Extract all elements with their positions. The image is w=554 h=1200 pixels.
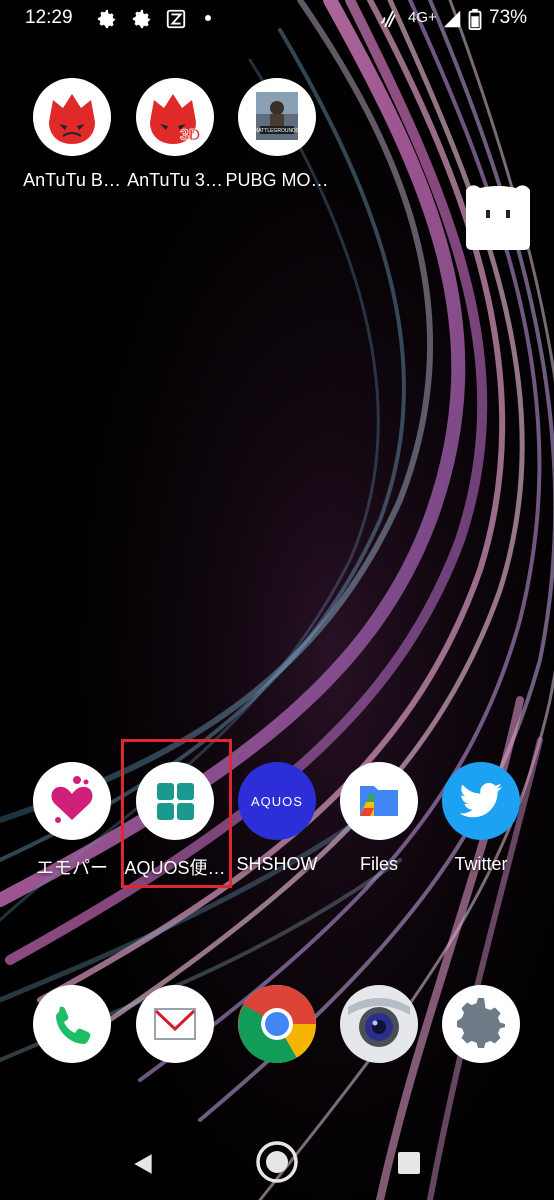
twitter-bird-icon xyxy=(442,762,520,840)
aquos-logo-text: AQUOS xyxy=(251,794,303,809)
app-label: AnTuTu B… xyxy=(23,170,121,190)
app-label: AnTuTu 3… xyxy=(127,170,223,190)
recents-icon[interactable] xyxy=(397,1151,421,1175)
status-bar: 12:29 4G+ 73% xyxy=(0,0,554,38)
nfc-icon xyxy=(380,10,396,28)
settings-icon xyxy=(97,9,116,29)
svg-text:3D: 3D xyxy=(180,127,200,144)
app-label: SHSHOW xyxy=(236,854,318,874)
status-time: 12:29 xyxy=(25,7,73,28)
pubg-icon: BATTLEGROUNDS xyxy=(238,78,316,156)
mail-icon xyxy=(136,985,214,1063)
chrome-icon xyxy=(238,985,316,1063)
notification-dot xyxy=(205,15,211,21)
emopa-heart-icon xyxy=(33,762,111,840)
network-type: 4G+ xyxy=(408,9,437,26)
app-label: エモパー xyxy=(36,858,108,878)
navigation-bar xyxy=(0,1125,554,1200)
camera-icon xyxy=(340,985,418,1063)
files-icon xyxy=(340,762,418,840)
battery-percent: 73% xyxy=(489,7,528,28)
home-icon[interactable] xyxy=(255,1140,299,1184)
app-label: PUBG MO… xyxy=(225,170,329,190)
antutu-3d-icon: 3D xyxy=(136,78,214,156)
antutu-icon xyxy=(33,78,111,156)
phone-icon xyxy=(33,985,111,1063)
app-label: Files xyxy=(359,854,398,874)
highlight-box xyxy=(121,739,232,888)
floating-widget-icon[interactable] xyxy=(462,180,534,252)
app-notification-icon xyxy=(166,9,186,29)
app-label: Twitter xyxy=(454,854,508,874)
settings-icon xyxy=(132,9,151,29)
settings-gear-icon xyxy=(442,985,520,1063)
aquos-logo-icon: AQUOS xyxy=(238,762,316,840)
battery-icon xyxy=(468,8,482,30)
back-icon[interactable] xyxy=(130,1151,156,1177)
signal-icon xyxy=(443,10,461,28)
svg-text:BATTLEGROUNDS: BATTLEGROUNDS xyxy=(255,128,300,134)
